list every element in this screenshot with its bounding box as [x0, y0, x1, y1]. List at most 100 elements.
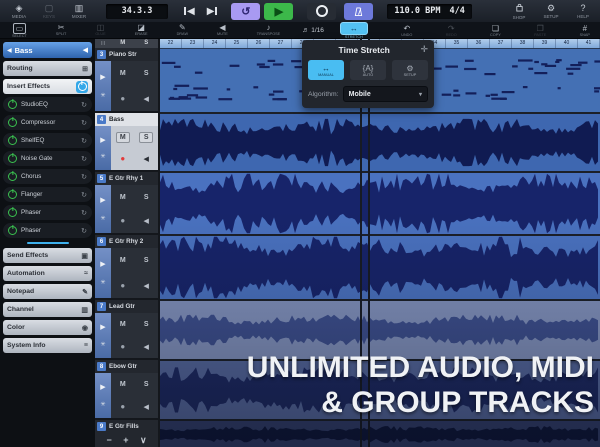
record-arm-button[interactable]: ●: [120, 403, 125, 411]
sidebar-panel-button[interactable]: Automation ≈: [3, 266, 92, 281]
sidebar-panel-button[interactable]: Color ◉: [3, 320, 92, 335]
track-row[interactable]: 8 Ebow Gtr ▶ ✳ M S ● ◀: [95, 360, 158, 420]
track-options-icon[interactable]: ∷: [95, 40, 111, 47]
track-name-bar[interactable]: 3 Piano Str: [95, 48, 158, 61]
paste-button[interactable]: ❐ PASTE: [534, 24, 546, 37]
play-button[interactable]: ▶: [264, 3, 293, 20]
track-select-strip[interactable]: ▶ ✳: [95, 313, 111, 358]
copy-button[interactable]: ❏ COPY: [490, 24, 501, 37]
snap-grid-button[interactable]: # SNAP: [580, 24, 590, 37]
help-button[interactable]: ? HELP: [572, 4, 594, 19]
effect-settings-icon[interactable]: ↻: [81, 101, 87, 109]
power-icon[interactable]: [8, 172, 17, 181]
track-select-strip[interactable]: ▶ ✳: [95, 373, 111, 418]
media-icon[interactable]: ◈ MEDIA: [8, 4, 30, 19]
tempo-display[interactable]: 110.0 BPM 4/4: [387, 4, 471, 19]
auto-stretch-button[interactable]: {A} AUTO: [350, 60, 386, 80]
erase-tool[interactable]: ◪ ERASE: [135, 23, 148, 38]
audio-region[interactable]: [160, 236, 600, 299]
power-icon[interactable]: [8, 154, 17, 163]
mute-button[interactable]: M: [120, 70, 126, 77]
solo-button[interactable]: S: [139, 132, 153, 143]
mute-button[interactable]: M: [120, 257, 126, 264]
draw-tool[interactable]: ✎ DRAW: [177, 23, 188, 38]
redo-button[interactable]: ↷ REDO: [446, 24, 457, 37]
effect-settings-icon[interactable]: ↻: [81, 191, 87, 199]
track-row[interactable]: 7 Lead Gtr ▶ ✳ M S ● ◀: [95, 300, 158, 360]
track-row[interactable]: 4 Bass ▶ ✳ M S ● ◀: [95, 113, 158, 172]
record-arm-button[interactable]: ●: [120, 95, 125, 103]
track-row[interactable]: 9 E Gtr Fills −+∨: [95, 420, 158, 447]
selected-track-header[interactable]: ◀ Bass ◀: [3, 42, 92, 58]
audio-region[interactable]: [160, 421, 600, 447]
solo-button[interactable]: S: [144, 70, 149, 77]
skip-to-start-button[interactable]: ◀: [184, 6, 195, 17]
insert-effect-slot[interactable]: Chorus ↻: [3, 169, 92, 184]
routing-button[interactable]: Routing ⊞: [3, 61, 92, 76]
power-icon[interactable]: [8, 190, 17, 199]
audio-region[interactable]: [160, 114, 600, 171]
record-arm-button[interactable]: ●: [120, 217, 125, 225]
power-icon[interactable]: [8, 226, 17, 235]
monitor-button[interactable]: ◀: [144, 403, 149, 411]
track-name-bar[interactable]: 6 E Gtr Rhy 2: [95, 235, 158, 248]
sidebar-panel-button[interactable]: Send Effects ▣: [3, 248, 92, 263]
track-name-bar[interactable]: 8 Ebow Gtr: [95, 360, 158, 373]
solo-button[interactable]: S: [144, 381, 149, 388]
insert-effects-button[interactable]: Insert Effects: [3, 79, 92, 94]
split-tool[interactable]: ✂ SPLIT: [56, 23, 67, 38]
collapse-tracks-button[interactable]: ∨: [140, 436, 147, 445]
effect-settings-icon[interactable]: ↻: [81, 119, 87, 127]
effect-settings-icon[interactable]: ↻: [81, 209, 87, 217]
insert-effect-slot[interactable]: Phaser ↻: [3, 223, 92, 238]
monitor-button[interactable]: ◀: [144, 282, 149, 290]
sidebar-panel-button[interactable]: Notepad ✎: [3, 284, 92, 299]
record-arm-button[interactable]: ●: [120, 282, 125, 290]
stretch-setup-button[interactable]: ⚙ SETUP: [392, 60, 428, 80]
manual-stretch-button[interactable]: ↔ MANUAL: [308, 60, 344, 80]
insert-effect-slot[interactable]: ShelfEQ ↻: [3, 133, 92, 148]
transpose-tool[interactable]: ♪ TRANSPOSE: [257, 23, 280, 38]
effect-settings-icon[interactable]: ↻: [81, 173, 87, 181]
cycle-loop-button[interactable]: ↺: [231, 3, 260, 20]
algorithm-select[interactable]: Mobile ▾: [343, 86, 428, 102]
add-track-button[interactable]: +: [123, 436, 128, 445]
monitor-button[interactable]: ◀: [144, 217, 149, 225]
power-icon[interactable]: [8, 100, 17, 109]
effect-settings-icon[interactable]: ↻: [81, 155, 87, 163]
solo-button[interactable]: S: [144, 321, 149, 328]
insert-effect-slot[interactable]: Compressor ↻: [3, 115, 92, 130]
mute-button[interactable]: M: [120, 321, 126, 328]
monitor-button[interactable]: ◀: [144, 155, 149, 163]
monitor-button[interactable]: ◀: [144, 95, 149, 103]
effect-settings-icon[interactable]: ↻: [81, 137, 87, 145]
insert-effect-slot[interactable]: StudioEQ ↻: [3, 97, 92, 112]
global-mute-label[interactable]: M: [111, 40, 135, 46]
track-select-strip[interactable]: ▶ ✳: [95, 61, 111, 111]
record-arm-button[interactable]: ●: [120, 155, 125, 163]
track-select-strip[interactable]: ▶ ✳: [95, 248, 111, 298]
effect-settings-icon[interactable]: ↻: [81, 227, 87, 235]
track-name-bar[interactable]: 5 E Gtr Rhy 1: [95, 172, 158, 185]
insert-effect-slot[interactable]: Flanger ↻: [3, 187, 92, 202]
power-icon[interactable]: [8, 208, 17, 217]
undo-button[interactable]: ↶ UNDO: [401, 24, 412, 37]
mixer-icon[interactable]: ▥ MIXER: [68, 4, 90, 19]
audio-region[interactable]: [160, 301, 600, 359]
keys-icon[interactable]: ▢ KEYS: [38, 4, 60, 19]
track-name-bar[interactable]: 7 Lead Gtr: [95, 300, 158, 313]
record-button[interactable]: [307, 3, 336, 20]
setup-button[interactable]: ⚙ SETUP: [540, 4, 562, 19]
record-arm-button[interactable]: ●: [120, 343, 125, 351]
stretch-tool[interactable]: ↔ STRETCH: [340, 22, 368, 39]
track-select-strip[interactable]: ▶ ✳: [95, 185, 111, 233]
monitor-button[interactable]: ◀: [144, 343, 149, 351]
sidebar-panel-button[interactable]: Channel ▥: [3, 302, 92, 317]
track-name-bar[interactable]: 9 E Gtr Fills: [95, 420, 158, 433]
power-icon[interactable]: [8, 118, 17, 127]
track-select-strip[interactable]: ▶ ✳: [95, 126, 111, 170]
track-name-bar[interactable]: 4 Bass: [95, 113, 158, 126]
solo-button[interactable]: S: [144, 194, 149, 201]
sidebar-panel-button[interactable]: System Info ≡: [3, 338, 92, 353]
mute-button[interactable]: M: [116, 132, 130, 143]
